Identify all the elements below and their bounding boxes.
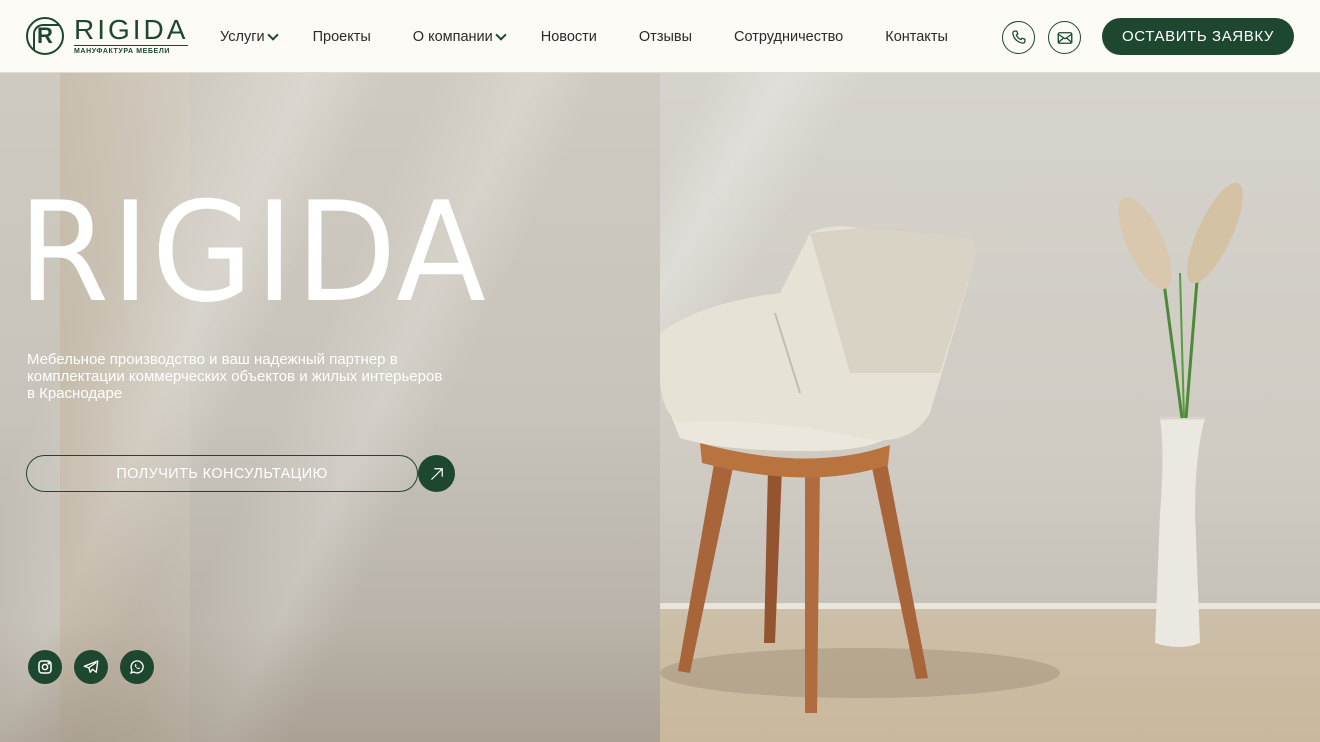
telegram-link[interactable]: [74, 650, 108, 684]
nav-item-reviews[interactable]: Отзывы: [639, 29, 692, 45]
arrow-up-right-icon: [430, 467, 443, 480]
get-consultation-button[interactable]: ПОЛУЧИТЬ КОНСУЛЬТАЦИЮ: [26, 455, 418, 492]
main-nav: Услуги Проекты О компании Новости Отзывы…: [220, 0, 948, 73]
telegram-icon: [83, 660, 99, 673]
instagram-link[interactable]: [28, 650, 62, 684]
logo-name: RIGIDA: [74, 14, 189, 45]
hero-image: [660, 73, 1320, 742]
logo-tagline: МАНУФАКТУРА МЕБЕЛИ: [74, 45, 189, 55]
instagram-icon: [38, 660, 52, 674]
nav-item-cooperation[interactable]: Сотрудничество: [734, 29, 843, 45]
logo[interactable]: R RIGIDA МАНУФАКТУРА МЕБЕЛИ: [26, 14, 189, 55]
nav-item-projects[interactable]: Проекты: [313, 29, 371, 45]
consultation-arrow-button[interactable]: [418, 455, 455, 492]
hero-section: RIGIDA Мебельное производство и ваш наде…: [0, 73, 1320, 742]
mail-button[interactable]: [1048, 21, 1081, 54]
submit-request-button[interactable]: ОСТАВИТЬ ЗАЯВКУ: [1102, 18, 1294, 55]
whatsapp-link[interactable]: [120, 650, 154, 684]
nav-item-about[interactable]: О компании: [413, 28, 507, 45]
nav-item-services[interactable]: Услуги: [220, 28, 279, 45]
hero-subtitle: Мебельное производство и ваш надежный па…: [27, 351, 443, 402]
nav-item-contacts[interactable]: Контакты: [885, 29, 948, 45]
chair-illustration: [660, 182, 1243, 713]
phone-icon: [1012, 30, 1026, 44]
mail-icon: [1057, 31, 1072, 44]
chevron-down-icon: [266, 28, 279, 41]
hero-title: RIGIDA: [18, 172, 488, 333]
logo-mark-icon: R: [26, 17, 64, 55]
site-header: R RIGIDA МАНУФАКТУРА МЕБЕЛИ Услуги Проек…: [0, 0, 1320, 73]
whatsapp-icon: [129, 660, 144, 675]
phone-button[interactable]: [1002, 21, 1035, 54]
nav-item-news[interactable]: Новости: [541, 29, 597, 45]
chevron-down-icon: [495, 28, 507, 41]
